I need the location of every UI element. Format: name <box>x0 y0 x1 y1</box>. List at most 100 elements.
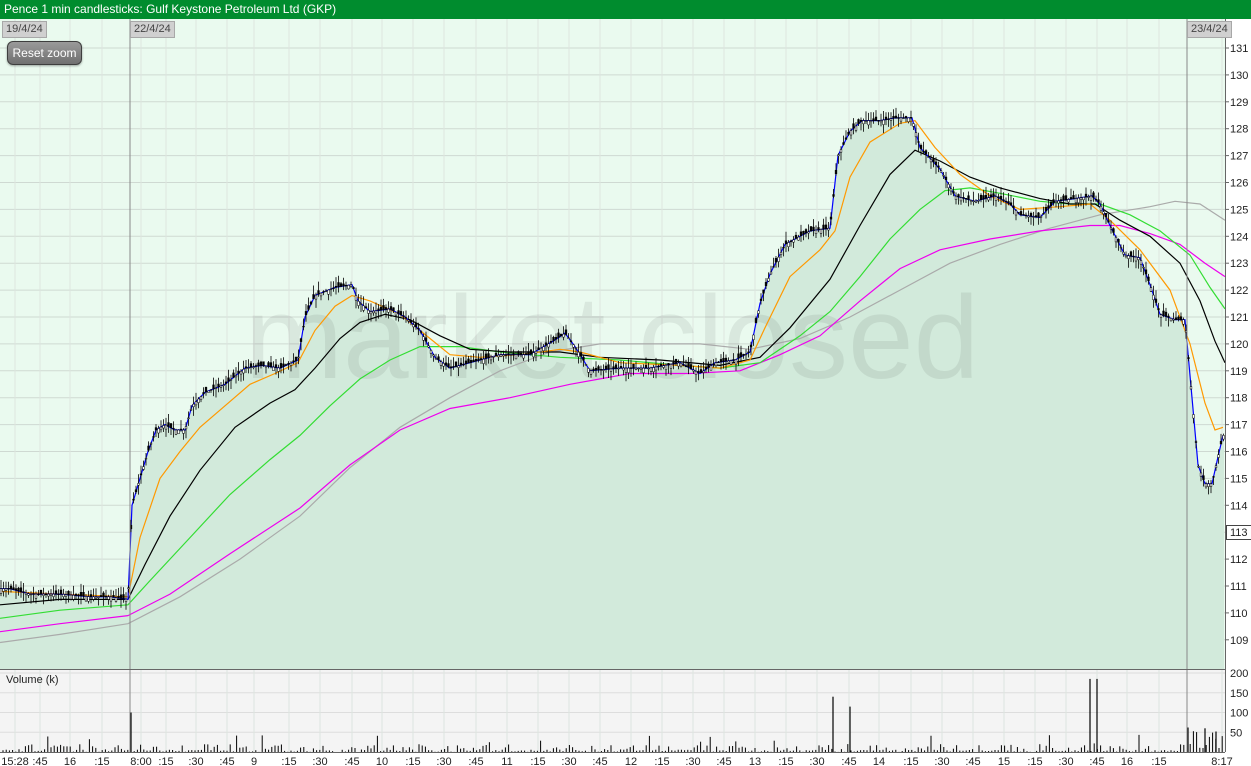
reset-zoom-button[interactable]: Reset zoom <box>7 41 82 65</box>
candle-body <box>809 226 813 232</box>
x-tick-label: :30 <box>809 756 824 766</box>
x-tick-label: :45 <box>841 756 856 766</box>
candle-body <box>44 593 48 595</box>
candle-body <box>552 336 555 342</box>
candle-body <box>1209 483 1213 487</box>
candle-body <box>992 193 995 197</box>
x-tick-label: 14 <box>873 756 885 766</box>
date-flag-2: 22/4/24 <box>130 21 175 38</box>
candle-body <box>712 363 715 365</box>
candle-body <box>1007 201 1010 204</box>
candle-body <box>734 359 738 365</box>
candle-body <box>387 308 390 313</box>
x-tick-label: 15 <box>998 756 1010 766</box>
candle-body <box>679 363 683 367</box>
candle-body <box>647 367 650 370</box>
candle-body <box>624 367 628 373</box>
candle-body <box>847 131 850 135</box>
candle-body <box>764 282 768 287</box>
candle-body <box>852 123 855 129</box>
candle-body <box>67 591 70 596</box>
price-volume-chart[interactable]: market closed 10911011111211311411511611… <box>0 19 1251 766</box>
candle-body <box>1119 246 1123 249</box>
candle-body <box>1027 215 1030 218</box>
candle-body <box>952 191 955 194</box>
candle-body <box>22 591 25 593</box>
x-tick-label: 8:00 <box>130 756 151 766</box>
candle-body <box>994 196 998 201</box>
candle-body <box>467 358 470 364</box>
x-tick-label: 12 <box>625 756 637 766</box>
candle-body <box>639 367 643 370</box>
candle-body <box>312 294 315 299</box>
candle-body <box>954 195 958 200</box>
candle-body <box>212 384 215 390</box>
candle-body <box>382 305 385 311</box>
candle-body <box>1069 197 1073 200</box>
candle-body <box>447 363 450 368</box>
candle-body <box>947 184 950 189</box>
candle-body <box>59 589 63 595</box>
candle-body <box>719 359 723 363</box>
candle-body <box>824 224 828 230</box>
candle-body <box>1009 202 1013 206</box>
candle-body <box>932 158 935 163</box>
candle-body <box>257 362 260 367</box>
candle-body <box>807 231 810 234</box>
candle-body <box>392 307 395 312</box>
candle-body <box>544 342 548 346</box>
candle-body <box>394 311 398 316</box>
candle-body <box>264 365 268 368</box>
candle-body <box>522 354 525 359</box>
candle-body <box>347 285 350 290</box>
candle-body <box>532 352 535 358</box>
candle-body <box>1114 237 1118 243</box>
candle-body <box>139 473 143 476</box>
candle-body <box>292 360 295 363</box>
candle-body <box>819 229 823 234</box>
x-tick-label: 16 <box>64 756 76 766</box>
candle-body <box>997 196 1000 199</box>
candle-body <box>1217 454 1220 458</box>
candle-body <box>1042 213 1045 215</box>
candle-body <box>502 354 505 357</box>
candle-body <box>607 364 610 370</box>
candle-body <box>229 379 233 381</box>
candle-body <box>917 141 920 143</box>
y-tick-label: 114 <box>1230 500 1248 512</box>
candle-body <box>404 317 408 319</box>
candle-body <box>99 595 103 598</box>
candle-body <box>657 365 660 368</box>
candle-body <box>659 363 663 367</box>
candle-body <box>207 390 210 393</box>
candle-body <box>504 354 508 356</box>
candle-body <box>1092 192 1095 198</box>
candle-body <box>927 156 930 158</box>
candle-body <box>872 118 875 121</box>
candle-body <box>709 365 713 371</box>
candle-body <box>539 347 543 353</box>
y-tick-label: 116 <box>1230 447 1248 459</box>
candle-body <box>564 329 568 335</box>
candle-body <box>77 594 80 597</box>
candle-body <box>427 345 430 348</box>
candle-body <box>1074 198 1078 204</box>
candle-body <box>222 384 225 386</box>
candle-body <box>1212 476 1215 478</box>
x-tick-label: :15 <box>778 756 793 766</box>
candle-body <box>1077 197 1080 204</box>
candle-body <box>757 310 760 314</box>
candle-body <box>329 288 333 291</box>
candle-body <box>1187 357 1190 359</box>
candle-body <box>1024 214 1028 217</box>
candle-body <box>1117 239 1120 243</box>
x-tick-label: :45 <box>219 756 234 766</box>
candle-body <box>339 283 343 287</box>
candle-body <box>839 149 843 153</box>
candle-body <box>1034 215 1038 218</box>
candle-body <box>277 367 280 372</box>
last-price-label: 113 <box>1226 525 1251 540</box>
candle-body <box>299 338 303 342</box>
candle-body <box>1072 195 1075 200</box>
x-tick-label: 15:28 <box>1 756 29 766</box>
